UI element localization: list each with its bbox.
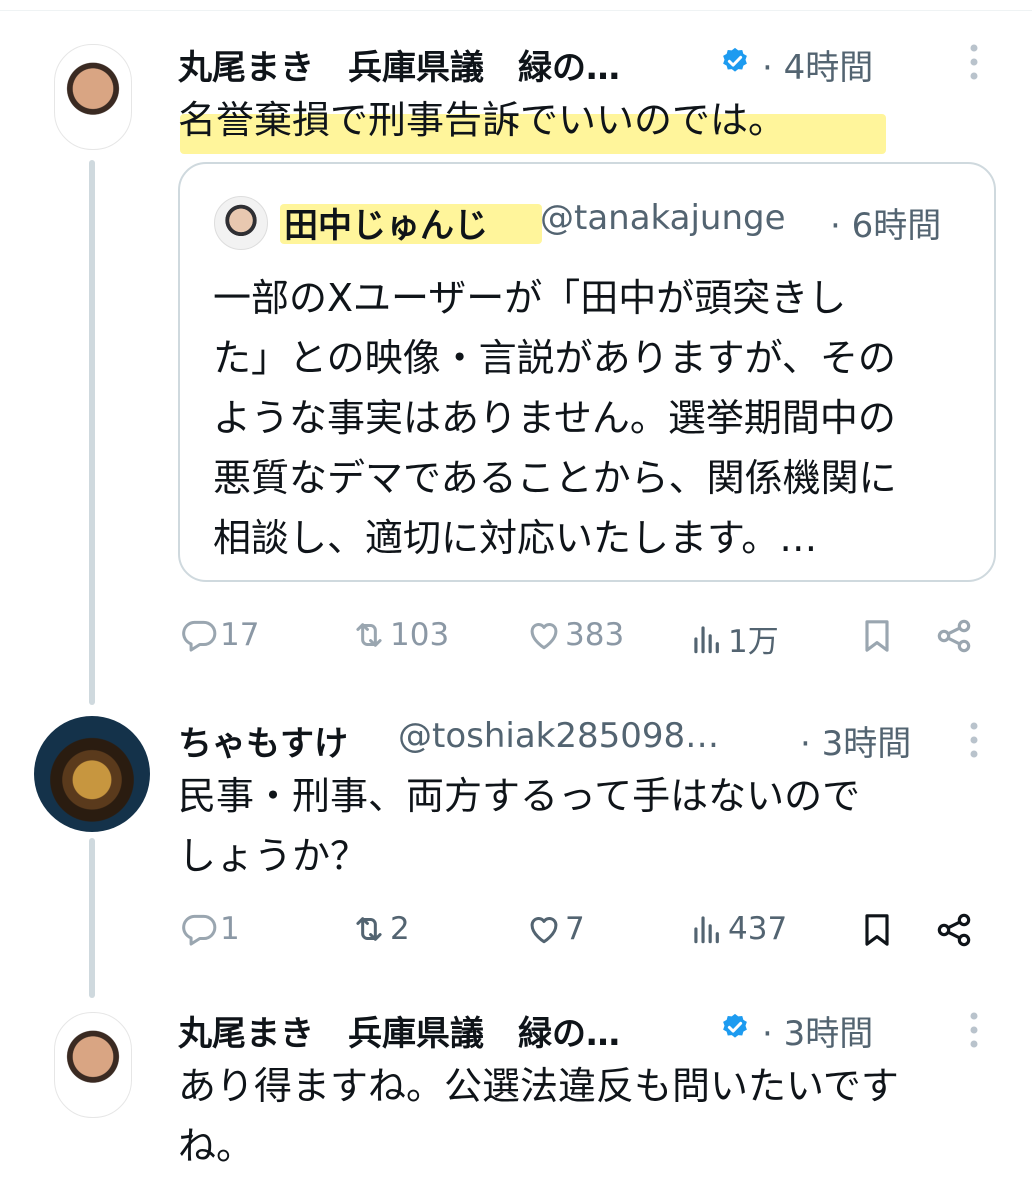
like-button[interactable]: 383: [525, 616, 624, 654]
repost-button[interactable]: 2: [350, 910, 410, 948]
tweet-text-line: 民事・刑事、両方するって手はないので: [178, 774, 861, 818]
quoted-timestamp: · 6時間: [830, 206, 942, 246]
author-name[interactable]: ちゃもすけ: [178, 716, 348, 765]
bookmark-icon[interactable]: [857, 910, 897, 950]
views-icon: [694, 916, 719, 944]
views-button[interactable]: 437: [688, 910, 787, 948]
tweet-text: 名誉棄損で刑事告訴でいいのでは。: [178, 98, 787, 142]
author-name[interactable]: 丸尾まき 兵庫県議 緑の…: [178, 40, 620, 89]
share-icon[interactable]: [934, 616, 974, 656]
quoted-text-line: た」との映像・言説がありますが、その: [213, 336, 896, 380]
verified-badge-icon: [723, 1013, 747, 1038]
tweet-text-line: あり得ますね。公選法違反も問いたいです: [178, 1064, 899, 1108]
top-divider: [0, 10, 1032, 11]
bookmark-icon[interactable]: [857, 616, 897, 656]
verified-badge-icon: [723, 47, 747, 72]
author-handle[interactable]: @toshiak285098…: [398, 716, 719, 756]
quoted-text-line: 一部のXユーザーが「田中が頭突きし: [213, 276, 847, 320]
quoted-author-name: 田中じゅんじ: [284, 206, 488, 246]
avatar: [214, 196, 268, 250]
timestamp[interactable]: · 4時間: [762, 40, 873, 89]
repost-count: 2: [390, 911, 410, 947]
more-dots-icon[interactable]: [969, 42, 979, 82]
thread-line: [89, 838, 95, 998]
avatar[interactable]: [54, 44, 132, 150]
views-count: 437: [728, 911, 788, 947]
views-button[interactable]: 1万: [688, 616, 779, 661]
views-count: 1万: [728, 624, 779, 660]
reply-button[interactable]: 17: [180, 616, 259, 654]
quoted-author-handle: @tanakajunge: [540, 198, 786, 238]
like-count: 7: [565, 911, 585, 947]
like-icon: [530, 623, 558, 650]
avatar[interactable]: [54, 1012, 132, 1118]
repost-button[interactable]: 103: [350, 616, 449, 654]
tweet-text-line: しょうか？: [178, 834, 369, 878]
timestamp[interactable]: · 3時間: [762, 1006, 873, 1055]
reply-count: 1: [220, 911, 240, 947]
timestamp[interactable]: · 3時間: [800, 716, 911, 765]
reply-button[interactable]: 1: [180, 910, 240, 948]
quoted-text-line: 相談し、適切に対応いたします。…: [213, 516, 818, 560]
like-button[interactable]: 7: [525, 910, 585, 948]
reply-icon: [182, 620, 217, 652]
share-icon[interactable]: [934, 910, 974, 950]
repost-icon: [356, 917, 382, 941]
more-dots-icon[interactable]: [969, 720, 979, 760]
like-count: 383: [565, 617, 625, 653]
tweet-text-line: ね。: [178, 1124, 255, 1168]
quoted-text-line: ような事実はありません。選挙期間中の: [213, 396, 896, 440]
reply-icon: [182, 914, 217, 946]
author-name[interactable]: 丸尾まき 兵庫県議 緑の…: [178, 1006, 620, 1055]
reply-count: 17: [220, 617, 260, 653]
views-icon: [694, 625, 719, 653]
repost-count: 103: [390, 617, 450, 653]
avatar[interactable]: [34, 716, 150, 832]
quoted-text-line: 悪質なデマであることから、関係機関に: [213, 456, 897, 500]
repost-icon: [356, 623, 382, 647]
more-dots-icon[interactable]: [969, 1010, 979, 1050]
thread-line: [89, 160, 95, 705]
like-icon: [530, 917, 558, 944]
